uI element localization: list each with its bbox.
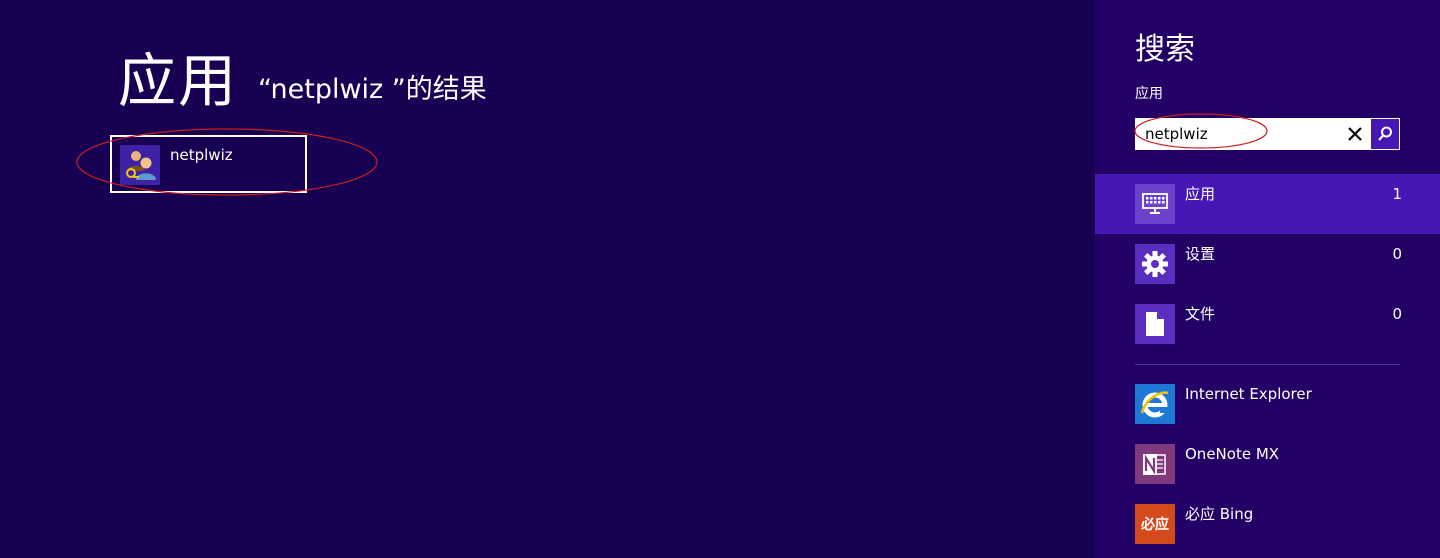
category-count: 0 bbox=[1392, 305, 1402, 323]
search-icon bbox=[1378, 126, 1392, 141]
category-count: 0 bbox=[1392, 245, 1402, 263]
category-apps[interactable]: 应用 1 bbox=[1095, 174, 1440, 234]
search-button[interactable] bbox=[1371, 119, 1399, 149]
app-label: OneNote MX bbox=[1185, 445, 1280, 463]
app-item-onenote[interactable]: OneNote MX bbox=[1095, 434, 1440, 494]
search-input[interactable] bbox=[1136, 119, 1336, 149]
clear-button[interactable] bbox=[1340, 119, 1370, 149]
results-heading: “netplwiz ”的结果 bbox=[258, 74, 487, 105]
search-pane: 搜索 应用 netplwiz 应用 1 设置 0 文件 0 Internet E… bbox=[1095, 0, 1440, 558]
category-count: 1 bbox=[1392, 185, 1402, 203]
bing-icon-text: 必应 bbox=[1141, 517, 1169, 533]
category-files[interactable]: 文件 0 bbox=[1095, 294, 1440, 354]
category-label: 设置 bbox=[1185, 245, 1216, 263]
search-pane-title: 搜索 bbox=[1135, 32, 1195, 67]
search-box bbox=[1135, 118, 1400, 150]
app-label: Internet Explorer bbox=[1185, 385, 1312, 403]
page-title: 应用 bbox=[118, 47, 239, 115]
bing-icon: 必应 bbox=[1135, 504, 1175, 544]
keyboard-icon bbox=[1135, 184, 1175, 224]
search-scope-label: 应用 bbox=[1135, 86, 1163, 102]
app-item-bing[interactable]: 必应 必应 Bing bbox=[1095, 494, 1440, 554]
internet-explorer-icon bbox=[1135, 384, 1175, 424]
onenote-icon bbox=[1135, 444, 1175, 484]
result-tile-netplwiz[interactable]: netplwiz bbox=[110, 135, 307, 193]
category-settings[interactable]: 设置 0 bbox=[1095, 234, 1440, 294]
document-icon bbox=[1135, 304, 1175, 344]
close-icon bbox=[1348, 127, 1362, 141]
users-icon bbox=[120, 145, 160, 185]
app-label: 必应 Bing bbox=[1185, 505, 1254, 523]
category-label: 应用 bbox=[1185, 185, 1216, 203]
gear-icon bbox=[1135, 244, 1175, 284]
divider bbox=[1135, 364, 1400, 365]
app-item-internet-explorer[interactable]: Internet Explorer bbox=[1095, 374, 1440, 434]
result-label: netplwiz bbox=[170, 146, 233, 164]
category-label: 文件 bbox=[1185, 305, 1216, 323]
